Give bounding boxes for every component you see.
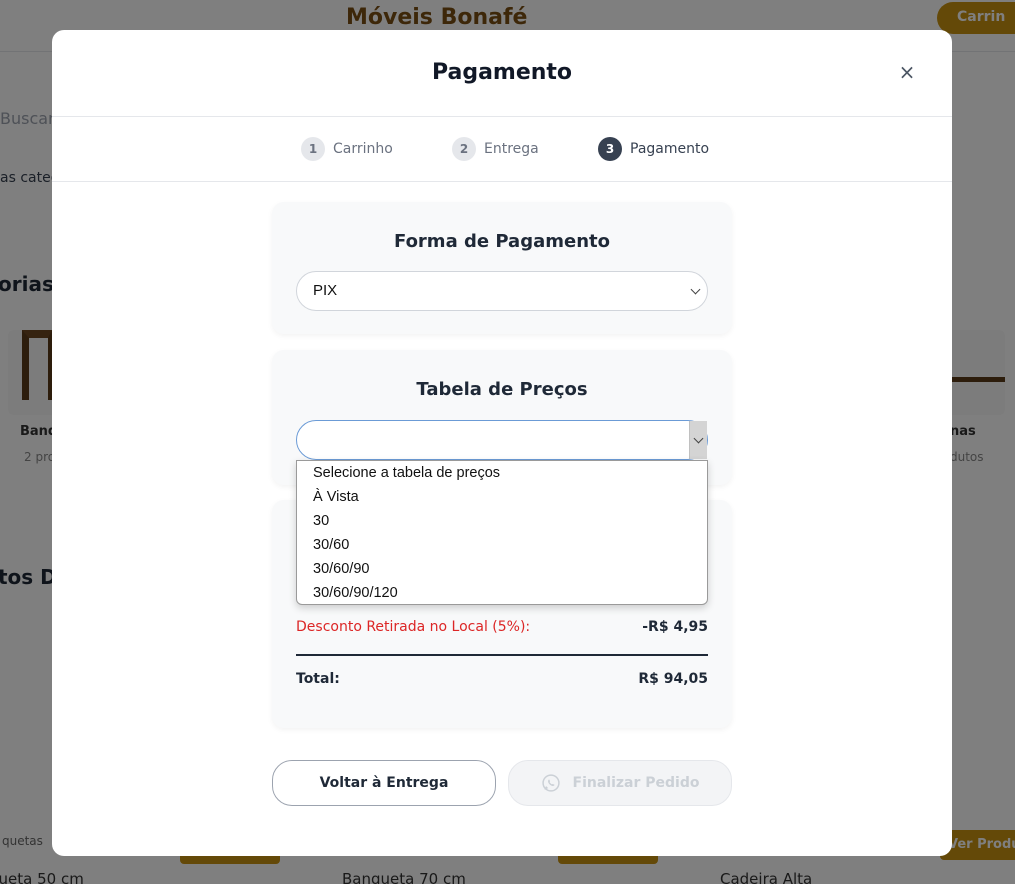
- step-label: Entrega: [484, 141, 539, 157]
- total-divider: [296, 654, 708, 656]
- discount-row: Desconto Retirada no Local (5%): -R$ 4,9…: [296, 619, 708, 635]
- price-table-dropdown: Selecione a tabela de preços À Vista 30 …: [296, 460, 708, 605]
- payment-method-title: Forma de Pagamento: [394, 231, 610, 252]
- total-label: Total:: [296, 671, 340, 687]
- step-carrinho: 1 Carrinho: [301, 137, 393, 161]
- price-table-option[interactable]: Selecione a tabela de preços: [297, 462, 707, 486]
- close-icon[interactable]: ×: [894, 60, 920, 86]
- total-value: R$ 94,05: [638, 671, 708, 687]
- price-table-option[interactable]: 30/60: [297, 534, 707, 558]
- price-table-option[interactable]: 30/60/90/120: [297, 582, 707, 606]
- discount-label: Desconto Retirada no Local (5%):: [296, 619, 531, 635]
- step-pagamento: 3 Pagamento: [598, 137, 709, 161]
- step-number: 1: [301, 137, 325, 161]
- price-table-option[interactable]: 30: [297, 510, 707, 534]
- step-label: Pagamento: [630, 141, 710, 157]
- step-number: 3: [598, 137, 622, 161]
- total-row: Total: R$ 94,05: [296, 671, 708, 687]
- payment-method-section: Forma de Pagamento PIX: [272, 202, 732, 334]
- checkout-steps: 1 Carrinho 2 Entrega 3 Pagamento: [52, 117, 952, 182]
- payment-method-select[interactable]: PIX: [296, 271, 708, 311]
- finish-button-label: Finalizar Pedido: [572, 775, 700, 791]
- modal-header: Pagamento ×: [52, 30, 952, 117]
- price-table-select[interactable]: [296, 420, 708, 460]
- discount-value: -R$ 4,95: [642, 619, 708, 635]
- step-label: Carrinho: [333, 141, 393, 157]
- price-table-option[interactable]: À Vista: [297, 486, 707, 510]
- step-number: 2: [452, 137, 476, 161]
- price-table-title: Tabela de Preços: [416, 379, 588, 400]
- payment-method-value: PIX: [313, 282, 338, 299]
- back-to-delivery-button[interactable]: Voltar à Entrega: [272, 760, 496, 806]
- back-button-label: Voltar à Entrega: [319, 775, 449, 791]
- step-entrega: 2 Entrega: [452, 137, 539, 161]
- modal-title: Pagamento: [431, 60, 573, 85]
- chevron-down-icon: [690, 284, 701, 295]
- chevron-down-icon: [693, 433, 704, 444]
- whatsapp-icon: [541, 774, 560, 792]
- payment-modal: Pagamento × 1 Carrinho 2 Entrega 3 Pagam…: [52, 30, 952, 856]
- price-table-option[interactable]: 30/60/90: [297, 558, 707, 582]
- finish-order-button[interactable]: Finalizar Pedido: [508, 760, 732, 806]
- select-arrow[interactable]: [689, 421, 707, 459]
